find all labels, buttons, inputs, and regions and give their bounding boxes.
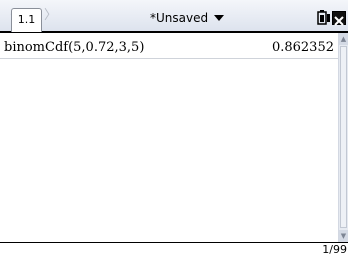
scroll-up-arrow-icon[interactable]: ▲ [339,33,348,45]
history-entry[interactable]: binomCdf(5,0.72,3,5) 0.862352 [0,37,338,59]
entry-result[interactable]: 0.862352 [272,40,334,55]
battery-icon [317,10,330,25]
tab-page-1-1[interactable]: 1.1 [11,8,42,32]
chevron-down-icon [214,15,225,21]
close-x-glyph [334,16,344,26]
scroll-down-arrow-icon[interactable]: ▼ [339,230,348,242]
document-menu[interactable]: *Unsaved [150,11,225,25]
title-bar: 〈 1.1 〉 *Unsaved [0,0,348,33]
close-icon[interactable] [332,11,346,26]
calculator-history[interactable]: binomCdf(5,0.72,3,5) 0.862352 [0,33,339,242]
entry-expression[interactable]: binomCdf(5,0.72,3,5) [4,40,144,55]
history-counter: 1/99 [322,243,347,256]
scrollbar-thumb[interactable] [340,46,347,228]
next-page-arrow-icon[interactable]: 〉 [44,9,57,23]
document-title: *Unsaved [150,11,209,25]
status-bar: 1/99 [0,242,348,256]
vertical-scrollbar[interactable]: ▲ ▼ [339,33,348,242]
calculator-window: 〈 1.1 〉 *Unsaved binomCdf(5,0.72,3,5) 0.… [0,0,348,256]
